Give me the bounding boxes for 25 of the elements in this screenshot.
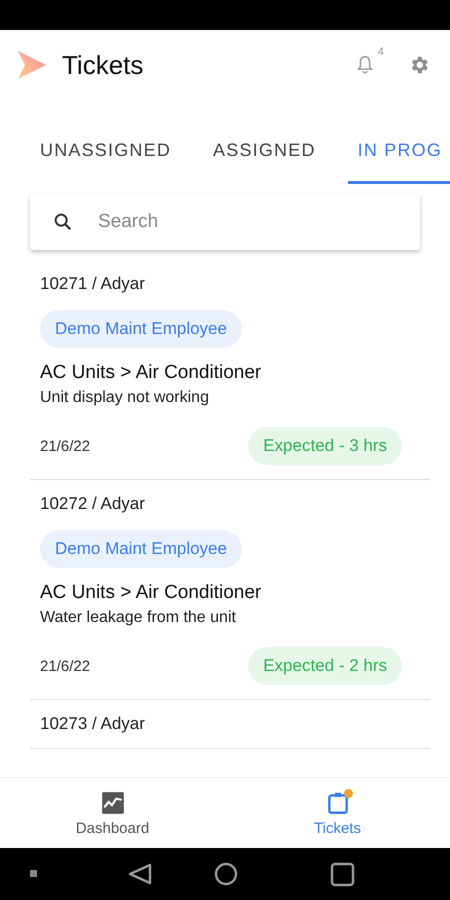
eta-chip: Expected - 3 hrs bbox=[248, 427, 402, 465]
assignee-chip: Demo Maint Employee bbox=[40, 310, 242, 348]
ticket-description: Unit display not working bbox=[40, 389, 210, 407]
tab[interactable]: UNASSIGNED bbox=[30, 120, 182, 184]
chart-icon bbox=[100, 790, 126, 816]
eta-chip: Expected - 2 hrs bbox=[248, 647, 402, 685]
nav-item[interactable]: Dashboard bbox=[0, 778, 225, 848]
ticket-date: 21/6/22 bbox=[40, 658, 90, 674]
ticket-category: AC Units > Air Conditioner bbox=[40, 582, 262, 604]
ticket-id-location: 10273 / Adyar bbox=[40, 714, 146, 734]
ticket-date: 21/6/22 bbox=[40, 438, 90, 454]
ticket-id-location: 10271 / Adyar bbox=[40, 274, 146, 294]
nav-item[interactable]: Tickets bbox=[225, 778, 450, 848]
notification-count: 4 bbox=[378, 46, 384, 58]
ticket-category: AC Units > Air Conditioner bbox=[40, 362, 262, 384]
bell-icon bbox=[354, 54, 376, 76]
assignee-chip: Demo Maint Employee bbox=[40, 530, 242, 568]
tab[interactable]: ASSIGNED bbox=[203, 120, 326, 184]
tab[interactable]: IN PROG bbox=[348, 120, 450, 184]
ticket-id-location: 10272 / Adyar bbox=[40, 494, 146, 514]
logo-icon bbox=[16, 49, 48, 81]
screen-title: Tickets bbox=[62, 50, 144, 80]
search-field[interactable]: Search bbox=[30, 194, 420, 250]
ticket-description: Water leakage from the unit bbox=[40, 609, 237, 627]
search-icon bbox=[52, 211, 74, 233]
